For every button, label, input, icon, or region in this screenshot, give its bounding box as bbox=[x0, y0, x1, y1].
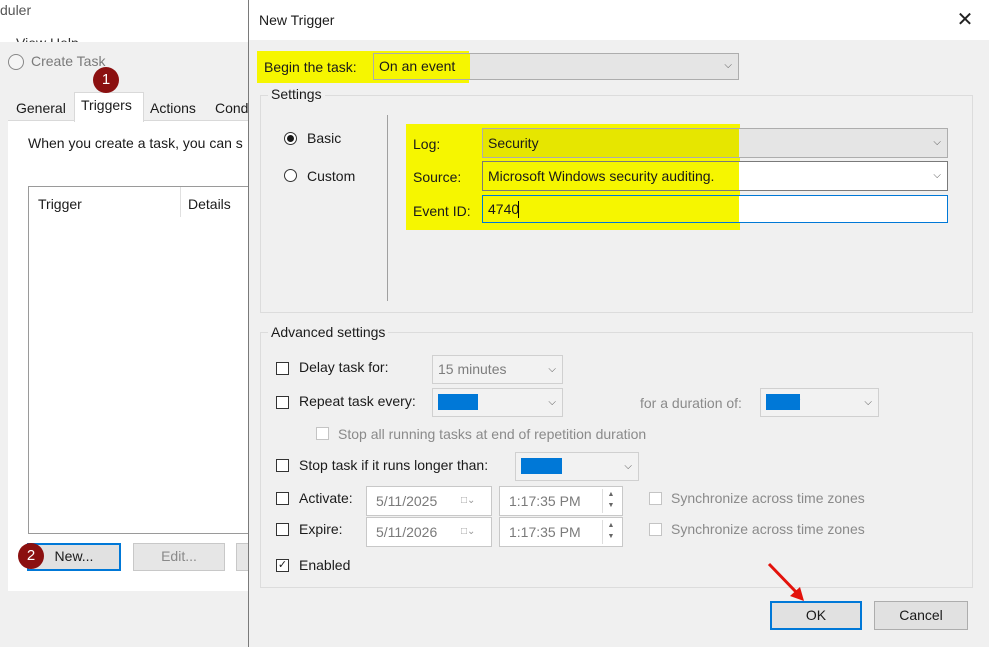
scheduler-title-fragment: duler bbox=[0, 2, 32, 18]
column-divider bbox=[180, 187, 181, 217]
expire-date: 5/11/2026 bbox=[376, 524, 438, 540]
edit-trigger-button[interactable]: Edit... bbox=[133, 543, 225, 571]
log-select[interactable]: Security ⌵ bbox=[482, 128, 948, 158]
dialog-titlebar bbox=[249, 0, 989, 40]
repeat-select[interactable]: 1 hour ⌵ bbox=[432, 388, 563, 417]
enabled-checkbox[interactable]: ✓ bbox=[276, 559, 289, 572]
source-value: Microsoft Windows security auditing. bbox=[488, 168, 715, 184]
expire-label[interactable]: Expire: bbox=[299, 521, 343, 537]
repeat-checkbox[interactable] bbox=[276, 396, 289, 409]
repeat-value: 1 hour bbox=[438, 394, 478, 410]
source-select[interactable]: Microsoft Windows security auditing. ⌵ bbox=[482, 161, 948, 191]
chevron-down-icon: ⌵ bbox=[724, 60, 732, 71]
activate-time-picker[interactable]: 1:17:35 PM ▲ ▼ bbox=[499, 486, 623, 516]
expire-time: 1:17:35 PM bbox=[509, 524, 581, 540]
chevron-down-icon: ⌵ bbox=[624, 461, 632, 472]
event-id-label: Event ID: bbox=[413, 203, 471, 219]
expire-sync-label: Synchronize across time zones bbox=[671, 521, 865, 537]
basic-radio[interactable] bbox=[284, 132, 297, 145]
chevron-down-icon: ⌵ bbox=[933, 137, 941, 148]
tab-actions[interactable]: Actions bbox=[144, 96, 202, 120]
activate-date: 5/11/2025 bbox=[376, 493, 438, 509]
activate-date-picker[interactable]: 5/11/2025 □⌄ bbox=[366, 486, 492, 516]
calendar-icon: □⌄ bbox=[461, 526, 476, 537]
custom-radio[interactable] bbox=[284, 169, 297, 182]
trigger-column-header[interactable]: Trigger bbox=[38, 196, 82, 212]
create-task-title: Create Task bbox=[31, 53, 106, 69]
log-label: Log: bbox=[413, 136, 441, 152]
delay-label[interactable]: Delay task for: bbox=[299, 359, 388, 375]
checkmark-icon: ✓ bbox=[277, 559, 288, 571]
enabled-label[interactable]: Enabled bbox=[299, 557, 350, 573]
close-icon[interactable]: ✕ bbox=[955, 10, 975, 30]
expire-date-picker[interactable]: 5/11/2026 □⌄ bbox=[366, 517, 492, 547]
calendar-icon: □⌄ bbox=[461, 495, 476, 506]
chevron-down-icon: ⌵ bbox=[933, 170, 941, 181]
stop-longer-label[interactable]: Stop task if it runs longer than: bbox=[299, 457, 488, 473]
stop-longer-checkbox[interactable] bbox=[276, 459, 289, 472]
event-id-input[interactable]: 4740 bbox=[482, 195, 948, 223]
duration-label: for a duration of: bbox=[640, 395, 742, 411]
activate-sync-label: Synchronize across time zones bbox=[671, 490, 865, 506]
tab-general[interactable]: General bbox=[10, 96, 72, 120]
red-arrow-icon bbox=[767, 562, 804, 601]
tab-triggers[interactable]: Triggers bbox=[74, 92, 144, 122]
expire-checkbox[interactable] bbox=[276, 523, 289, 536]
duration-select[interactable]: 1 day ⌵ bbox=[760, 388, 879, 417]
activate-label[interactable]: Activate: bbox=[299, 490, 353, 506]
expire-time-picker[interactable]: 1:17:35 PM ▲ ▼ bbox=[499, 517, 623, 547]
custom-radio-label[interactable]: Custom bbox=[307, 168, 355, 184]
settings-separator bbox=[387, 115, 388, 301]
step-badge-1: 1 bbox=[93, 67, 119, 93]
trigger-list[interactable] bbox=[28, 186, 261, 534]
clock-icon bbox=[8, 54, 24, 70]
chevron-down-icon: ⌵ bbox=[548, 364, 556, 375]
activate-sync-checkbox[interactable] bbox=[649, 492, 662, 505]
create-task-description: When you create a task, you can s bbox=[28, 135, 243, 151]
event-id-value: 4740 bbox=[488, 201, 520, 217]
dialog-title: New Trigger bbox=[259, 12, 335, 28]
begin-task-value: On an event bbox=[379, 58, 456, 74]
chevron-down-icon: ⌵ bbox=[548, 397, 556, 408]
advanced-settings-title: Advanced settings bbox=[268, 324, 389, 340]
duration-value: 1 day bbox=[766, 394, 801, 410]
chevron-down-icon: ⌵ bbox=[864, 397, 872, 408]
delay-checkbox[interactable] bbox=[276, 362, 289, 375]
begin-task-select[interactable]: On an event ⌵ bbox=[373, 53, 739, 80]
stop-all-checkbox[interactable] bbox=[316, 427, 329, 440]
stop-longer-value: 3 days bbox=[521, 458, 563, 474]
begin-task-label: Begin the task: bbox=[264, 59, 357, 75]
time-spinner-icon[interactable]: ▲ ▼ bbox=[602, 489, 619, 513]
delay-value: 15 minutes bbox=[438, 361, 507, 377]
delay-select[interactable]: 15 minutes ⌵ bbox=[432, 355, 563, 384]
step-badge-2: 2 bbox=[18, 543, 44, 569]
activate-checkbox[interactable] bbox=[276, 492, 289, 505]
text-caret bbox=[518, 201, 519, 218]
details-column-header[interactable]: Details bbox=[188, 196, 231, 212]
scheduler-menu-fragment: View Help bbox=[16, 35, 79, 42]
basic-radio-label[interactable]: Basic bbox=[307, 130, 341, 146]
event-id-highlight bbox=[483, 196, 739, 222]
stop-longer-select[interactable]: 3 days ⌵ bbox=[515, 452, 639, 481]
expire-sync-checkbox[interactable] bbox=[649, 523, 662, 536]
activate-time: 1:17:35 PM bbox=[509, 493, 581, 509]
settings-title: Settings bbox=[268, 86, 325, 102]
time-spinner-icon[interactable]: ▲ ▼ bbox=[602, 520, 619, 544]
repeat-label[interactable]: Repeat task every: bbox=[299, 393, 416, 409]
cancel-button[interactable]: Cancel bbox=[874, 601, 968, 630]
log-value: Security bbox=[488, 135, 539, 151]
stop-all-label: Stop all running tasks at end of repetit… bbox=[338, 426, 647, 442]
source-label: Source: bbox=[413, 169, 462, 185]
